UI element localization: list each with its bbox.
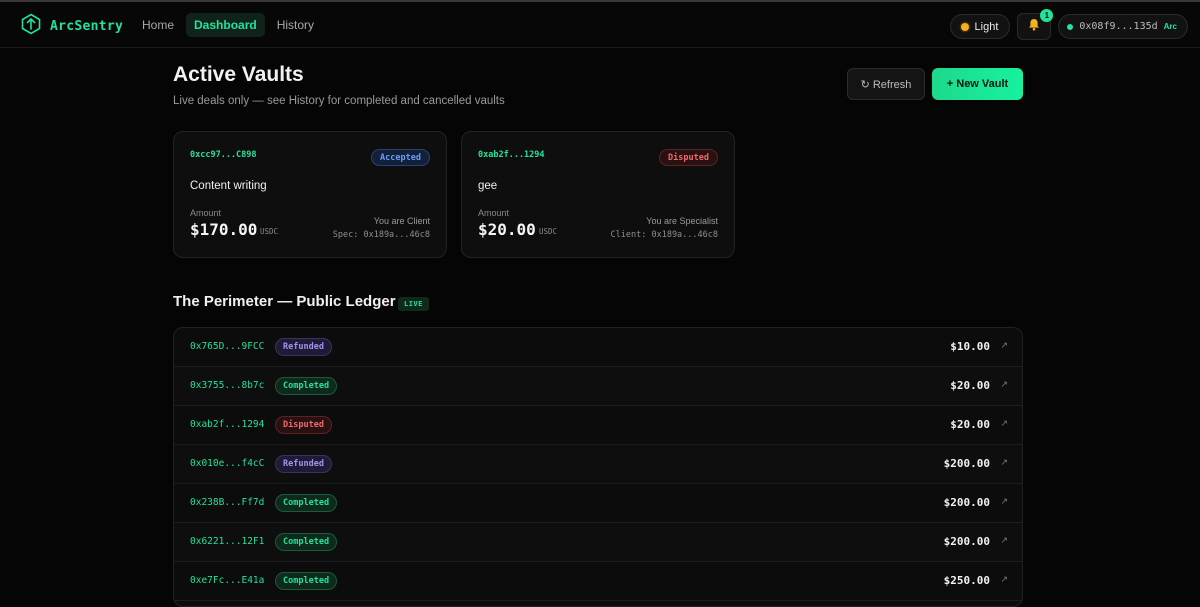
- ledger-row[interactable]: 0x238B...Ff7d Completed $200.00 ↗: [174, 484, 1022, 523]
- ledger-title: The Perimeter — Public Ledger: [173, 293, 396, 310]
- ledger-row[interactable]: 0x765D...9FCC Refunded $10.00 ↗: [174, 328, 1022, 367]
- page-subtitle: Live deals only — see History for comple…: [173, 95, 505, 107]
- ledger-row-status: Refunded: [275, 455, 332, 473]
- nav-actions: Light 1 0x08f9...135d Arc: [949, 9, 1188, 40]
- ledger-row-status: Disputed: [275, 416, 332, 434]
- ledger-row-status: Completed: [275, 533, 338, 551]
- external-link-icon[interactable]: ↗: [1000, 379, 1008, 390]
- nav-link-dashboard[interactable]: Dashboard: [186, 13, 265, 37]
- ledger-row-status: Completed: [275, 377, 338, 395]
- vault-card[interactable]: 0xab2f...1294 Disputed gee Amount $20.00…: [461, 131, 735, 258]
- vault-id: 0xcc97...C898: [190, 150, 257, 160]
- nav-link-home[interactable]: Home: [134, 13, 182, 37]
- ledger-row-id: 0xe7Fc...E41a: [190, 575, 265, 586]
- wallet-button[interactable]: 0x08f9...135d Arc: [1058, 14, 1188, 39]
- vault-amount-label: Amount: [190, 208, 222, 218]
- new-vault-button[interactable]: + New Vault: [932, 68, 1023, 100]
- vault-amount: $170.00: [190, 220, 258, 239]
- ledger-row[interactable]: 0x6221...12F1 Completed $200.00 ↗: [174, 523, 1022, 562]
- vault-currency: USDC: [539, 227, 558, 236]
- nav-link-history[interactable]: History: [269, 13, 322, 37]
- ledger-row[interactable]: 0x3755...8b7c Completed $20.00 ↗: [174, 367, 1022, 406]
- ledger-row[interactable]: 0xab2f...1294 Disputed $20.00 ↗: [174, 406, 1022, 445]
- vault-counterparty: Spec: 0x189a...46c8: [332, 230, 430, 240]
- vault-role: You are Client: [373, 216, 430, 226]
- notification-count-badge: 1: [1040, 9, 1054, 22]
- external-link-icon[interactable]: ↗: [1000, 574, 1008, 585]
- ledger-row-status: Refunded: [275, 338, 332, 356]
- ledger-row-id: 0xab2f...1294: [190, 419, 265, 430]
- vault-amount: $20.00: [478, 220, 536, 239]
- vault-currency: USDC: [260, 227, 279, 236]
- shield-logo-icon: [20, 13, 42, 40]
- external-link-icon[interactable]: ↗: [1000, 496, 1008, 507]
- ledger-row[interactable]: 0x010e...f4cC Refunded $200.00 ↗: [174, 445, 1022, 484]
- ledger-row-amount: $20.00: [950, 418, 990, 431]
- ledger-row-id: 0x765D...9FCC: [190, 341, 265, 352]
- theme-toggle-button[interactable]: Light: [949, 14, 1011, 39]
- bell-icon: [1028, 18, 1040, 36]
- sun-icon: [960, 22, 969, 31]
- theme-toggle-label: Light: [974, 20, 999, 33]
- refresh-button[interactable]: ↻ Refresh: [847, 68, 925, 100]
- vault-id: 0xab2f...1294: [478, 150, 545, 160]
- ledger-list: 0x765D...9FCC Refunded $10.00 ↗ 0x3755..…: [173, 327, 1023, 607]
- live-badge: LIVE: [398, 297, 429, 311]
- page-title: Active Vaults: [173, 63, 304, 86]
- ledger-row-id: 0x6221...12F1: [190, 536, 265, 547]
- ledger-row-amount: $20.00: [950, 379, 990, 392]
- brand[interactable]: ArcSentry: [20, 13, 123, 40]
- vault-title: gee: [478, 180, 498, 192]
- external-link-icon[interactable]: ↗: [1000, 340, 1008, 351]
- ledger-row-amount: $200.00: [943, 457, 990, 470]
- vault-role: You are Specialist: [646, 216, 718, 226]
- external-link-icon[interactable]: ↗: [1000, 418, 1008, 429]
- brand-name: ArcSentry: [50, 19, 124, 34]
- nav-links: Home Dashboard History: [134, 13, 322, 37]
- ledger-row-status: Completed: [275, 572, 338, 590]
- ledger-row-status: Completed: [275, 494, 338, 512]
- ledger-row-amount: $250.00: [943, 574, 990, 587]
- ledger-row-amount: $200.00: [943, 535, 990, 548]
- wallet-chain: Arc: [1163, 22, 1177, 31]
- vault-card[interactable]: 0xcc97...C898 Accepted Content writing A…: [173, 131, 447, 258]
- ledger-row-id: 0x3755...8b7c: [190, 380, 265, 391]
- wallet-connected-icon: [1067, 23, 1074, 30]
- external-link-icon[interactable]: ↗: [1000, 535, 1008, 546]
- vault-status-badge: Disputed: [659, 149, 718, 166]
- vault-amount-label: Amount: [478, 208, 510, 218]
- top-navigation: ArcSentry Home Dashboard History Light 1…: [0, 0, 1200, 48]
- ledger-row-amount: $200.00: [943, 496, 990, 509]
- ledger-row-id: 0x010e...f4cC: [190, 458, 265, 469]
- ledger-row-amount: $10.00: [950, 340, 990, 353]
- notifications-button[interactable]: 1: [1017, 9, 1054, 40]
- wallet-address: 0x08f9...135d: [1079, 21, 1158, 32]
- external-link-icon[interactable]: ↗: [1000, 457, 1008, 468]
- vault-status-badge: Accepted: [371, 149, 430, 166]
- vault-counterparty: Client: 0x189a...46c8: [610, 230, 718, 240]
- vault-title: Content writing: [190, 180, 267, 192]
- ledger-row-id: 0x238B...Ff7d: [190, 497, 265, 508]
